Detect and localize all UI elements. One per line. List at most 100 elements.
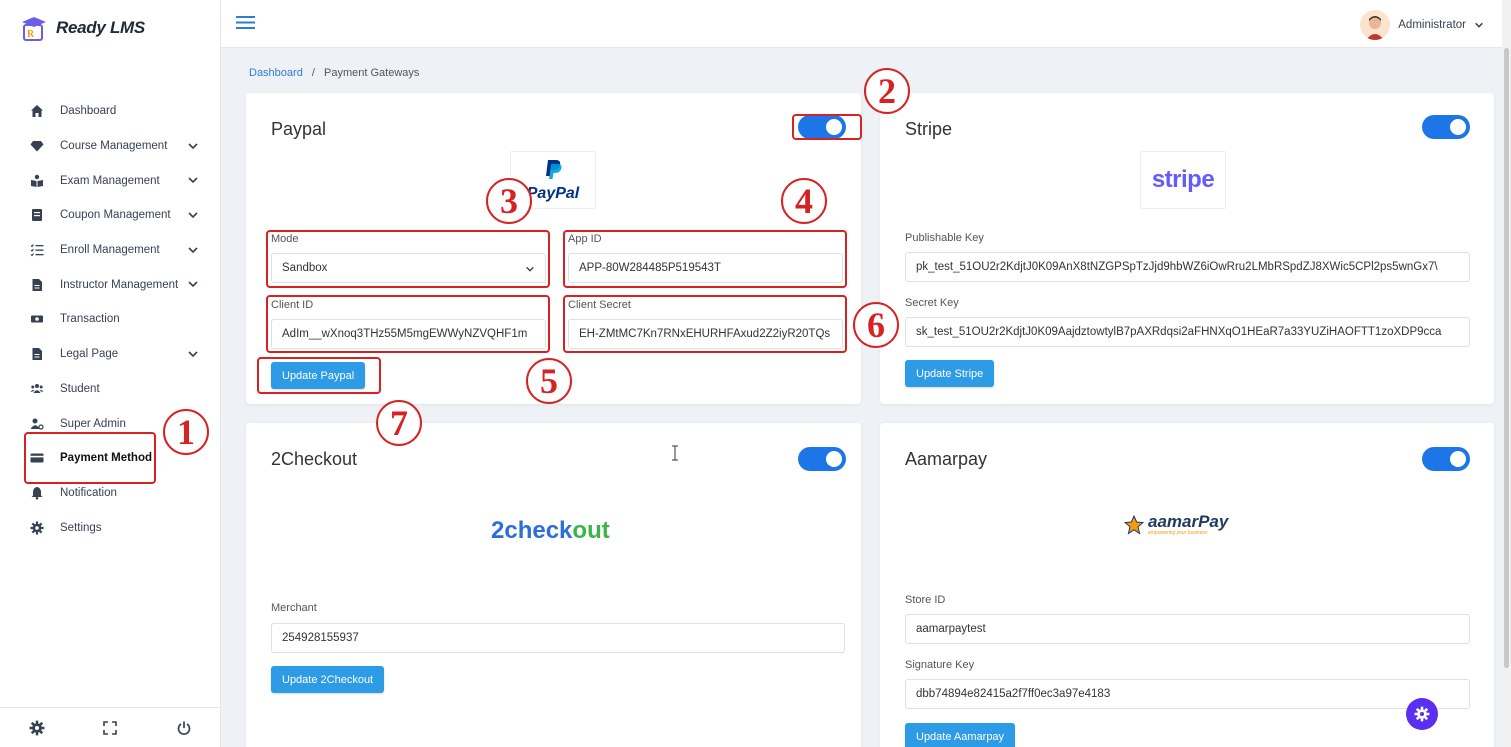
update-2checkout-button[interactable]: Update 2Checkout xyxy=(271,666,385,693)
scrollbar-thumb[interactable] xyxy=(1504,48,1509,668)
update-aamarpay-button[interactable]: Update Aamarpay xyxy=(905,723,1016,747)
client-secret-field[interactable]: EH-ZMtMC7Kn7RNxEHURHFAxud2Z2iyR20TQs xyxy=(568,319,843,349)
sidebar-item-label: Notification xyxy=(60,486,117,499)
sidebar-item-notification[interactable]: Notification xyxy=(0,476,221,511)
bell-icon xyxy=(30,486,44,500)
chevron-down-icon xyxy=(188,351,198,357)
stripe-logo: stripe xyxy=(1140,151,1226,209)
sidebar-item-coupon-management[interactable]: Coupon Management xyxy=(0,198,221,233)
store-id-label: Store ID xyxy=(905,594,946,606)
mode-select-value: Sandbox xyxy=(282,262,328,274)
breadcrumb-current: Payment Gateways xyxy=(324,67,420,79)
credit-card-icon xyxy=(30,451,44,465)
sidebar-footer xyxy=(0,707,221,747)
annotation-number-7: 7 xyxy=(376,400,422,446)
paypal-card: Paypal PayPal Mode Sandbox App ID APP-80… xyxy=(246,93,861,404)
sidebar-item-label: Student xyxy=(60,382,100,395)
breadcrumb-separator: / xyxy=(311,67,315,79)
stripe-enable-toggle[interactable] xyxy=(1422,115,1470,139)
sidebar-item-exam-management[interactable]: Exam Management xyxy=(0,163,221,198)
signature-key-value: dbb74894e82415a2f7ff0ec3a97e4183 xyxy=(916,688,1111,700)
update-paypal-button[interactable]: Update Paypal xyxy=(271,362,366,389)
hamburger-menu-icon[interactable] xyxy=(236,15,255,30)
sidebar-item-label: Super Admin xyxy=(60,417,126,430)
app-id-field[interactable]: APP-80W284485P519543T xyxy=(568,253,843,283)
annotation-number-3: 3 xyxy=(486,178,532,224)
twocheckout-logo: 2checkout xyxy=(491,517,610,545)
chevron-down-icon xyxy=(188,177,198,184)
annotation-number-5: 5 xyxy=(526,358,572,404)
update-stripe-button[interactable]: Update Stripe xyxy=(905,360,995,387)
client-id-field[interactable]: AdIm__wXnoq3THz55M5mgEWWyNZVQHF1m xyxy=(271,319,546,349)
sidebar-item-label: Instructor Management xyxy=(60,278,179,291)
sidebar-item-transaction[interactable]: Transaction xyxy=(0,302,221,337)
gear-icon xyxy=(1414,706,1430,722)
card-title: Paypal xyxy=(271,119,327,139)
publishable-key-field[interactable]: pk_test_51OU2r2KdjtJ0K09AnX8tNZGPSpTzJjd… xyxy=(905,252,1470,282)
card-title: Stripe xyxy=(905,119,953,139)
client-id-value: AdIm__wXnoq3THz55M5mgEWWyNZVQHF1m xyxy=(282,328,528,340)
users-icon xyxy=(30,382,44,396)
secret-key-field[interactable]: sk_test_51OU2r2KdjtJ0K09AajdztowtylB7pAX… xyxy=(905,317,1470,347)
sidebar-nav: Dashboard Course Management Exam Managem… xyxy=(0,94,221,545)
sidebar-item-label: Payment Method xyxy=(60,452,153,465)
merchant-label: Merchant xyxy=(271,602,317,614)
signature-key-label: Signature Key xyxy=(905,659,975,671)
fullscreen-icon[interactable] xyxy=(102,720,118,736)
annotation-number-2: 2 xyxy=(864,68,910,114)
gear-icon[interactable] xyxy=(29,720,45,736)
paypal-enable-toggle[interactable] xyxy=(798,115,846,139)
chevron-down-icon xyxy=(188,212,198,219)
sidebar-item-label: Transaction xyxy=(60,313,120,326)
sidebar-item-student[interactable]: Student xyxy=(0,372,221,407)
app-id-label: App ID xyxy=(568,233,602,245)
paypal-p-icon xyxy=(545,159,562,179)
annotation-number-6: 6 xyxy=(853,302,899,348)
merchant-field[interactable]: 254928155937 xyxy=(271,623,845,653)
sidebar-item-course-management[interactable]: Course Management xyxy=(0,129,221,164)
twocheckout-enable-toggle[interactable] xyxy=(798,447,846,471)
chevron-down-icon xyxy=(188,143,198,149)
store-id-value: aamarpaytest xyxy=(916,623,986,635)
power-icon[interactable] xyxy=(176,720,192,736)
sidebar-item-enroll-management[interactable]: Enroll Management xyxy=(0,233,221,268)
sidebar-item-settings[interactable]: Settings xyxy=(0,510,221,545)
twocheckout-logo-text-a: 2check xyxy=(491,517,573,544)
sidebar-item-instructor-management[interactable]: Instructor Management xyxy=(0,267,221,302)
floating-settings-button[interactable] xyxy=(1406,698,1438,730)
publishable-key-value: pk_test_51OU2r2KdjtJ0K09AnX8tNZGPSpTzJjd… xyxy=(916,261,1438,273)
store-id-field[interactable]: aamarpaytest xyxy=(905,614,1470,644)
merchant-value: 254928155937 xyxy=(282,632,359,644)
annotation-number-1: 1 xyxy=(163,409,209,455)
user-name: Administrator xyxy=(1398,19,1466,31)
logo-mark-icon: R xyxy=(22,17,46,41)
aamarpay-logo: aamarPay empowering your business xyxy=(1124,513,1228,536)
app-id-value: APP-80W284485P519543T xyxy=(579,262,721,274)
breadcrumb-home-link[interactable]: Dashboard xyxy=(249,67,303,79)
sidebar-item-dashboard[interactable]: Dashboard xyxy=(0,94,221,129)
sidebar-item-legal-page[interactable]: Legal Page xyxy=(0,337,221,372)
card-title: Aamarpay xyxy=(905,449,988,469)
gear-icon xyxy=(30,521,44,535)
file-icon xyxy=(30,347,44,361)
page-scrollbar[interactable] xyxy=(1502,0,1511,747)
user-menu[interactable]: Administrator xyxy=(1360,10,1484,40)
secret-key-label: Secret Key xyxy=(905,297,959,309)
aamarpay-enable-toggle[interactable] xyxy=(1422,447,1470,471)
aamarpay-logo-text: aamarPay xyxy=(1148,512,1229,531)
publishable-key-label: Publishable Key xyxy=(905,232,984,244)
signature-key-field[interactable]: dbb74894e82415a2f7ff0ec3a97e4183 xyxy=(905,679,1470,709)
user-gear-icon xyxy=(30,417,44,431)
avatar xyxy=(1360,10,1391,40)
chevron-down-icon xyxy=(188,281,198,288)
paypal-logo-text: PayPal xyxy=(526,184,580,202)
twocheckout-logo-text-b: out xyxy=(572,517,610,544)
client-id-label: Client ID xyxy=(271,299,314,311)
secret-key-value: sk_test_51OU2r2KdjtJ0K09AajdztowtylB7pAX… xyxy=(916,326,1442,338)
aamarpay-card: Aamarpay aamarPay empowering your busine… xyxy=(880,423,1494,747)
mode-select[interactable]: Sandbox xyxy=(271,253,546,283)
coupon-icon xyxy=(30,208,44,222)
app-logo[interactable]: R Ready LMS xyxy=(18,14,145,42)
sidebar-item-label: Settings xyxy=(60,521,102,534)
card-title: 2Checkout xyxy=(271,449,358,469)
